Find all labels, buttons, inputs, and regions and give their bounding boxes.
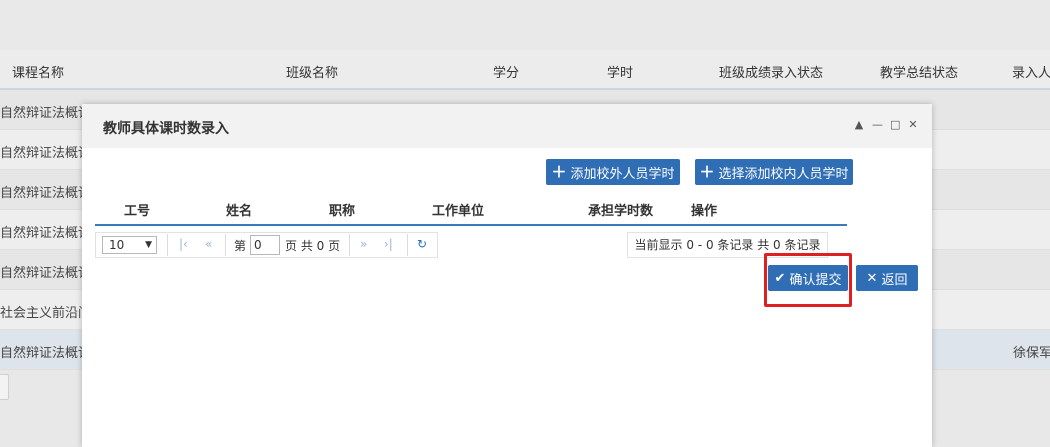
header-entry-person: 录入人: [1012, 66, 1050, 81]
header-grade-status: 班级成绩录入状态: [719, 66, 824, 81]
col-hours: 承担学时数: [588, 204, 654, 219]
header-hours: 学时: [607, 66, 634, 81]
dialog-title: 教师具体课时数录入: [103, 121, 229, 137]
hours-table-header: 工号 姓名 职称 工作单位 承担学时数 操作: [95, 196, 847, 226]
top-bar: [0, 0, 1050, 50]
col-name: 姓名: [226, 204, 253, 219]
course-name-cell: 自然辩证法概论: [0, 346, 92, 361]
course-name-cell: 自然辩证法概论: [0, 266, 92, 281]
pagination-bar: 10 ▼ |‹ « 第 0 页 共 0 页 » ›| ↻ 当前显示 0 - 0 …: [95, 232, 828, 258]
add-external-hours-label: 添加校外人员学时: [570, 166, 675, 182]
divider: [407, 234, 408, 256]
page-total-text: 页 共 0 页: [285, 239, 341, 253]
course-name-cell: 自然辩证法概论: [0, 146, 92, 161]
add-internal-hours-label: 选择添加校内人员学时: [718, 166, 849, 182]
plus-icon: ＋: [699, 162, 715, 181]
prev-page-icon[interactable]: «: [205, 237, 212, 251]
page-size-select[interactable]: 10 ▼: [102, 236, 157, 254]
header-class-name: 班级名称: [286, 66, 339, 81]
page-label: 第: [234, 239, 247, 253]
collapse-icon[interactable]: ▲: [854, 119, 864, 131]
course-name-cell: 自然辩证法概论: [0, 186, 92, 201]
add-external-hours-button[interactable]: ＋ 添加校外人员学时: [546, 159, 680, 185]
entry-person-cell: 徐保军: [1013, 346, 1050, 361]
course-name-cell: 自然辩证法概论: [0, 106, 92, 121]
course-name-cell: 自然辩证法概论: [0, 226, 92, 241]
first-page-icon[interactable]: |‹: [179, 237, 188, 251]
back-button[interactable]: ✕ 返回: [856, 265, 918, 291]
window-controls: ▲ — □ ✕: [854, 119, 918, 131]
col-work-unit: 工作单位: [432, 204, 485, 219]
last-page-icon[interactable]: ›|: [384, 237, 393, 251]
page-size-value: 10: [109, 238, 125, 252]
col-staff-id: 工号: [124, 204, 151, 219]
close-icon[interactable]: ✕: [908, 119, 918, 131]
divider: [225, 234, 226, 256]
course-table-header: 课程名称 班级名称 学分 学时 班级成绩录入状态 教学总结状态 录入人: [0, 50, 1050, 90]
dialog-header: 教师具体课时数录入 ▲ — □ ✕: [82, 104, 932, 148]
divider: [167, 234, 168, 256]
header-summary-status: 教学总结状态: [880, 66, 959, 81]
course-name-cell: 社会主义前沿问: [0, 306, 92, 321]
highlight-box: [764, 253, 852, 307]
refresh-icon[interactable]: ↻: [417, 237, 427, 251]
header-credit: 学分: [493, 66, 520, 81]
header-course-name: 课程名称: [12, 66, 65, 81]
back-label: 返回: [881, 272, 908, 288]
minimize-icon[interactable]: —: [872, 119, 883, 131]
plus-icon: ＋: [551, 162, 567, 181]
background-pager-stub[interactable]: [0, 374, 9, 400]
divider: [349, 234, 350, 256]
dropdown-arrow-icon: ▼: [145, 240, 152, 250]
maximize-icon[interactable]: □: [890, 119, 900, 131]
close-icon: ✕: [866, 270, 878, 286]
col-title: 职称: [329, 204, 356, 219]
page-number-input[interactable]: 0: [250, 235, 280, 255]
next-page-icon[interactable]: »: [360, 237, 367, 251]
col-actions: 操作: [691, 204, 718, 219]
add-internal-hours-button[interactable]: ＋ 选择添加校内人员学时: [695, 159, 853, 185]
